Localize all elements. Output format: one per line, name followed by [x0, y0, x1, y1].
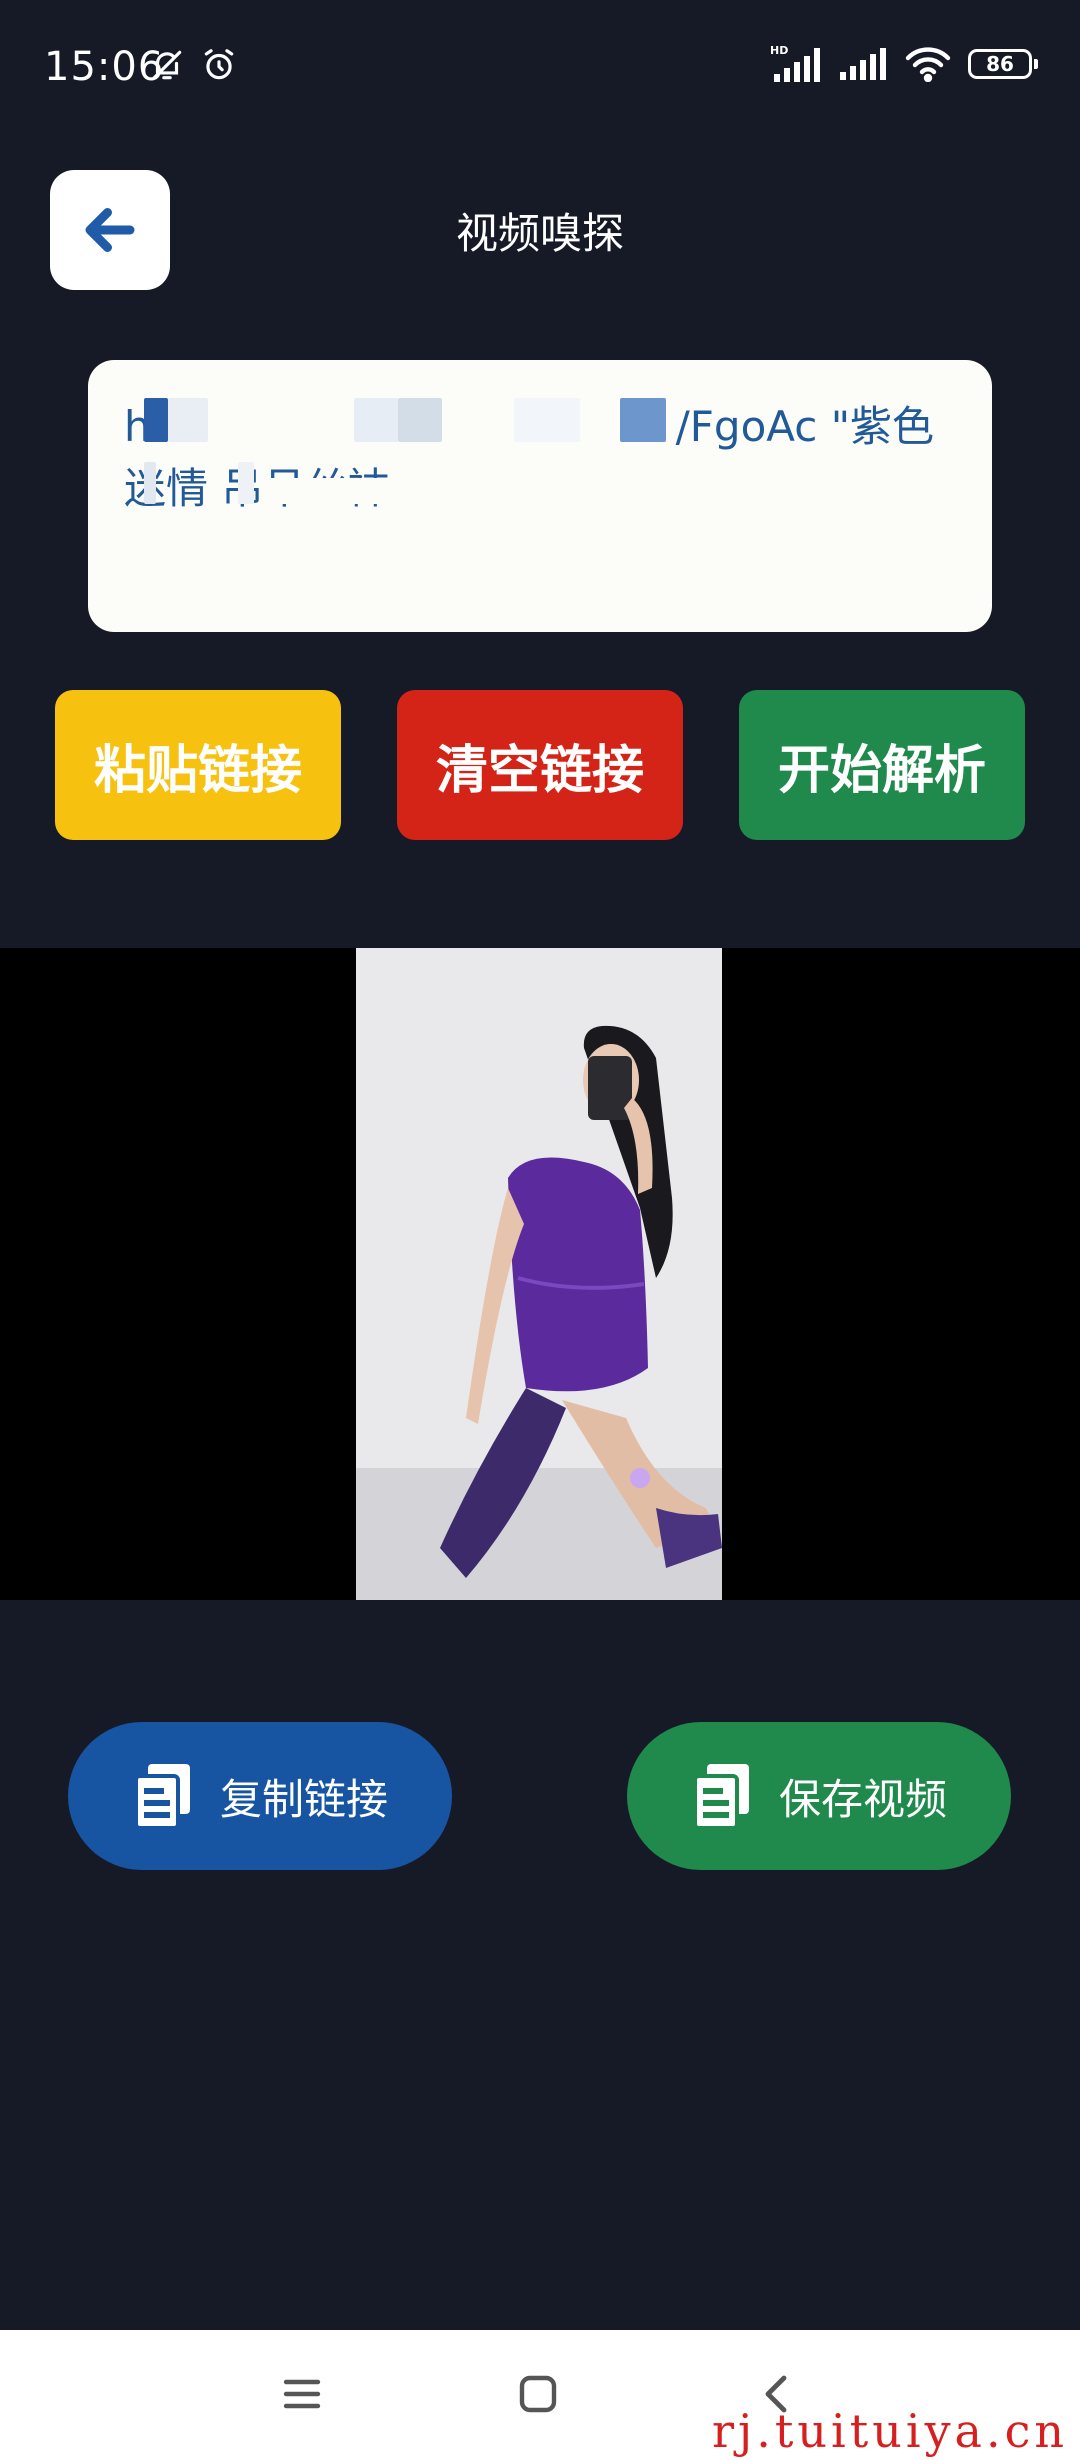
redaction-block [144, 462, 156, 504]
bell-off-icon [152, 50, 182, 80]
signal-icon: HD [770, 44, 820, 82]
redaction-block [264, 478, 534, 504]
redaction-block [620, 398, 666, 442]
status-time: 15:06 [44, 44, 165, 90]
copy-icon [133, 1764, 190, 1830]
redaction-block [354, 398, 398, 442]
page-title: 视频嗅探 [455, 209, 624, 258]
home-icon[interactable] [514, 2370, 562, 2418]
clear-link-label: 清空链接 [435, 740, 644, 801]
redaction-block [398, 398, 442, 442]
alarm-icon [204, 49, 234, 80]
video-thumbnail[interactable] [356, 948, 722, 1600]
menu-icon[interactable] [278, 2370, 326, 2418]
save-video-label: 保存视频 [778, 1774, 947, 1824]
copy-link-button[interactable]: 复制链接 [68, 1722, 452, 1870]
paste-link-button[interactable]: 粘贴链接 [55, 690, 341, 840]
navigation-bar: rj.tuituiya.cn [0, 2330, 1080, 2460]
redaction-block [144, 398, 168, 442]
status-bar: 15:06 HD 86 [0, 0, 1080, 140]
signal-icon [840, 48, 886, 80]
watermark: rj.tuituiya.cn [712, 2404, 1068, 2458]
network-label: HD [770, 44, 788, 57]
redaction-block [168, 398, 208, 442]
redaction-block [514, 398, 580, 442]
save-video-button[interactable]: 保存视频 [627, 1722, 1011, 1870]
parse-label: 开始解析 [777, 740, 986, 801]
video-player[interactable] [0, 948, 1080, 1600]
paste-link-label: 粘贴链接 [93, 740, 302, 801]
video-frame-illustration [356, 948, 722, 1600]
link-text-end: /FgoAc "紫色 [675, 402, 935, 451]
copy-link-label: 复制链接 [219, 1774, 388, 1824]
wifi-icon [905, 47, 951, 82]
status-icons-right: HD 86 [770, 44, 1038, 84]
copy-icon [692, 1764, 749, 1830]
battery-icon: 86 [968, 49, 1038, 79]
link-input-field[interactable]: h/FgoAc "紫色 迷情 吊吊丝袜 [88, 360, 992, 632]
status-icons-left [148, 46, 238, 84]
redaction-block [238, 462, 254, 504]
parse-button[interactable]: 开始解析 [739, 690, 1025, 840]
battery-level: 86 [986, 52, 1014, 76]
clear-link-button[interactable]: 清空链接 [397, 690, 683, 840]
